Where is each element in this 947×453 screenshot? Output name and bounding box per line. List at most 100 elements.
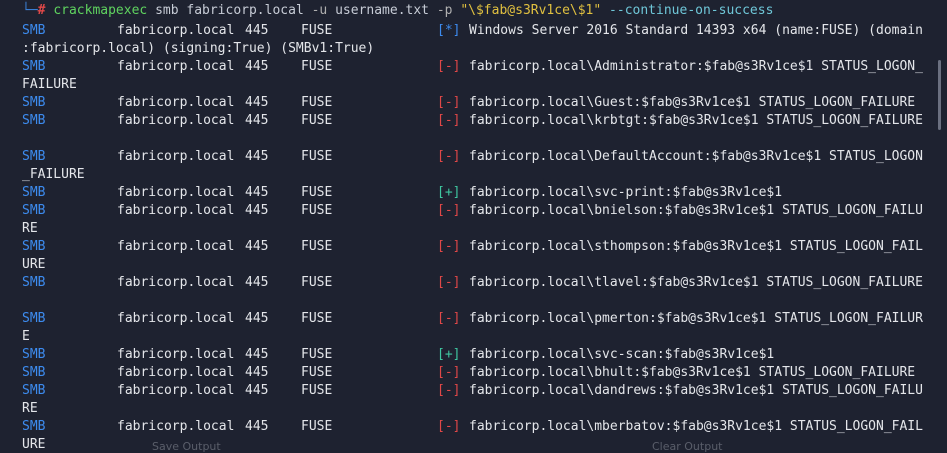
hostname-cell: FUSE: [301, 185, 333, 200]
message-cell: fabricorp.local\bnielson:$fab@s3Rv1ce$1 …: [469, 203, 923, 218]
port-cell: 445: [245, 365, 269, 380]
hostname-cell: FUSE: [301, 239, 333, 254]
output-row: SMB fabricorp.local 445 FUSE [*] Windows Serv…: [0, 22, 947, 40]
message-cell: Windows Server 2016 Standard 14393 x64 (…: [469, 23, 923, 38]
port-cell: 445: [245, 113, 269, 128]
message-cell: fabricorp.local\svc-print:$fab@s3Rv1ce$1: [469, 185, 783, 200]
protocol-cell: SMB: [22, 383, 46, 398]
message-cell: fabricorp.local\dandrews:$fab@s3Rv1ce$1 …: [469, 383, 923, 398]
status-tag: [-]: [437, 419, 461, 434]
status-tag: [+]: [437, 347, 461, 362]
hostname-cell: FUSE: [301, 203, 333, 218]
prompt-hash: #: [37, 3, 46, 18]
protocol-cell: SMB: [22, 113, 46, 128]
output-row: SMB fabricorp.local 445 FUSE [-] fabricorp.lo…: [0, 202, 947, 220]
port-cell: 445: [245, 203, 269, 218]
message-cell: fabricorp.local\Administrator:$fab@s3Rv1…: [469, 59, 923, 74]
message-cell: fabricorp.local\sthompson:$fab@s3Rv1ce$1…: [469, 239, 923, 254]
hostname-cell: FUSE: [301, 419, 333, 434]
status-tag: [-]: [437, 203, 461, 218]
wrapped-text: RE: [22, 401, 38, 416]
wrapped-text: FAILURE: [22, 77, 77, 92]
protocol-cell: SMB: [22, 365, 46, 380]
output-row: SMB fabricorp.local 445 FUSE [-] fabricorp.lo…: [0, 274, 947, 292]
protocol-cell: SMB: [22, 149, 46, 164]
message-cell: fabricorp.local\DefaultAccount:$fab@s3Rv…: [469, 149, 923, 164]
protocol-cell: SMB: [22, 347, 46, 362]
host-cell: fabricorp.local: [117, 311, 235, 326]
status-tag: [-]: [437, 383, 461, 398]
status-tag: [-]: [437, 95, 461, 110]
host-cell: fabricorp.local: [117, 275, 235, 290]
host-cell: fabricorp.local: [117, 113, 235, 128]
hostname-cell: FUSE: [301, 95, 333, 110]
port-cell: 445: [245, 23, 269, 38]
hostname-cell: FUSE: [301, 275, 333, 290]
protocol-cell: SMB: [22, 59, 46, 74]
port-cell: 445: [245, 59, 269, 74]
output-row: SMB fabricorp.local 445 FUSE [+] fabricorp.lo…: [0, 184, 947, 202]
status-tag: [-]: [437, 59, 461, 74]
scrollbar[interactable]: [938, 60, 941, 130]
hostname-cell: FUSE: [301, 113, 333, 128]
port-cell: 445: [245, 311, 269, 326]
host-cell: fabricorp.local: [117, 203, 235, 218]
command-name: crackmapexec: [53, 3, 148, 18]
message-cell: fabricorp.local\tlavel:$fab@s3Rv1ce$1 ST…: [469, 275, 923, 290]
message-cell: fabricorp.local\bhult:$fab@s3Rv1ce$1 STA…: [469, 365, 916, 380]
host-cell: fabricorp.local: [117, 365, 235, 380]
wrapped-text: E: [22, 329, 30, 344]
host-cell: fabricorp.local: [117, 419, 235, 434]
host-cell: fabricorp.local: [117, 185, 235, 200]
port-cell: 445: [245, 149, 269, 164]
status-tag: [-]: [437, 275, 461, 290]
status-tag: [-]: [437, 113, 461, 128]
status-tag: [-]: [437, 311, 461, 326]
save-output-button[interactable]: Save Output: [152, 440, 221, 453]
status-tag: [*]: [437, 23, 461, 38]
output-row: SMB fabricorp.local 445 FUSE [-] fabricorp.lo…: [0, 382, 947, 400]
status-tag: [-]: [437, 149, 461, 164]
port-cell: 445: [245, 95, 269, 110]
port-cell: 445: [245, 347, 269, 362]
output-row: SMB fabricorp.local 445 FUSE [-] fabricorp.lo…: [0, 148, 947, 166]
hostname-cell: FUSE: [301, 23, 333, 38]
message-cell: fabricorp.local\pmerton:$fab@s3Rv1ce$1 S…: [469, 311, 923, 326]
output-row: SMB fabricorp.local 445 FUSE [+] fabricorp.lo…: [0, 346, 947, 364]
user-file: username.txt: [335, 3, 430, 18]
clear-output-button[interactable]: Clear Output: [652, 440, 722, 453]
wrapped-text: URE: [22, 257, 46, 272]
output-row: SMB fabricorp.local 445 FUSE [-] fabricorp.lo…: [0, 94, 947, 112]
hostname-cell: FUSE: [301, 365, 333, 380]
output-row: SMB fabricorp.local 445 FUSE [-] fabricorp.lo…: [0, 364, 947, 382]
message-cell: fabricorp.local\Guest:$fab@s3Rv1ce$1 STA…: [469, 95, 916, 110]
port-cell: 445: [245, 275, 269, 290]
host-cell: fabricorp.local: [117, 95, 235, 110]
wrapped-text: RE: [22, 221, 38, 236]
port-cell: 445: [245, 185, 269, 200]
message-cell: fabricorp.local\krbtgt:$fab@s3Rv1ce$1 ST…: [469, 113, 923, 128]
output-row: SMB fabricorp.local 445 FUSE [-] fabricorp.lo…: [0, 112, 947, 130]
password-arg: "\$fab@s3Rv1ce\$1": [460, 3, 602, 18]
hostname-cell: FUSE: [301, 383, 333, 398]
host-cell: fabricorp.local: [117, 383, 235, 398]
protocol-cell: SMB: [22, 419, 46, 434]
output-row: SMB fabricorp.local 445 FUSE [-] fabricorp.lo…: [0, 310, 947, 328]
command-line: └─# crackmapexec smb fabricorp.local -u …: [22, 3, 773, 19]
output-row: SMB fabricorp.local 445 FUSE [-] fabricorp.lo…: [0, 238, 947, 256]
protocol-cell: SMB: [22, 185, 46, 200]
hostname-cell: FUSE: [301, 347, 333, 362]
host-cell: fabricorp.local: [117, 347, 235, 362]
terminal-window[interactable]: └─# crackmapexec smb fabricorp.local -u …: [0, 0, 947, 453]
protocol-cell: SMB: [22, 239, 46, 254]
host-cell: fabricorp.local: [117, 23, 235, 38]
status-tag: [-]: [437, 239, 461, 254]
hostname-cell: FUSE: [301, 311, 333, 326]
wrapped-text: _FAILURE: [22, 167, 85, 182]
hostname-cell: FUSE: [301, 59, 333, 74]
user-flag: -u: [311, 3, 328, 18]
protocol-cell: SMB: [22, 95, 46, 110]
host-cell: fabricorp.local: [117, 239, 235, 254]
wrapped-text: :fabricorp.local) (signing:True) (SMBv1:…: [22, 41, 375, 56]
hostname-cell: FUSE: [301, 149, 333, 164]
